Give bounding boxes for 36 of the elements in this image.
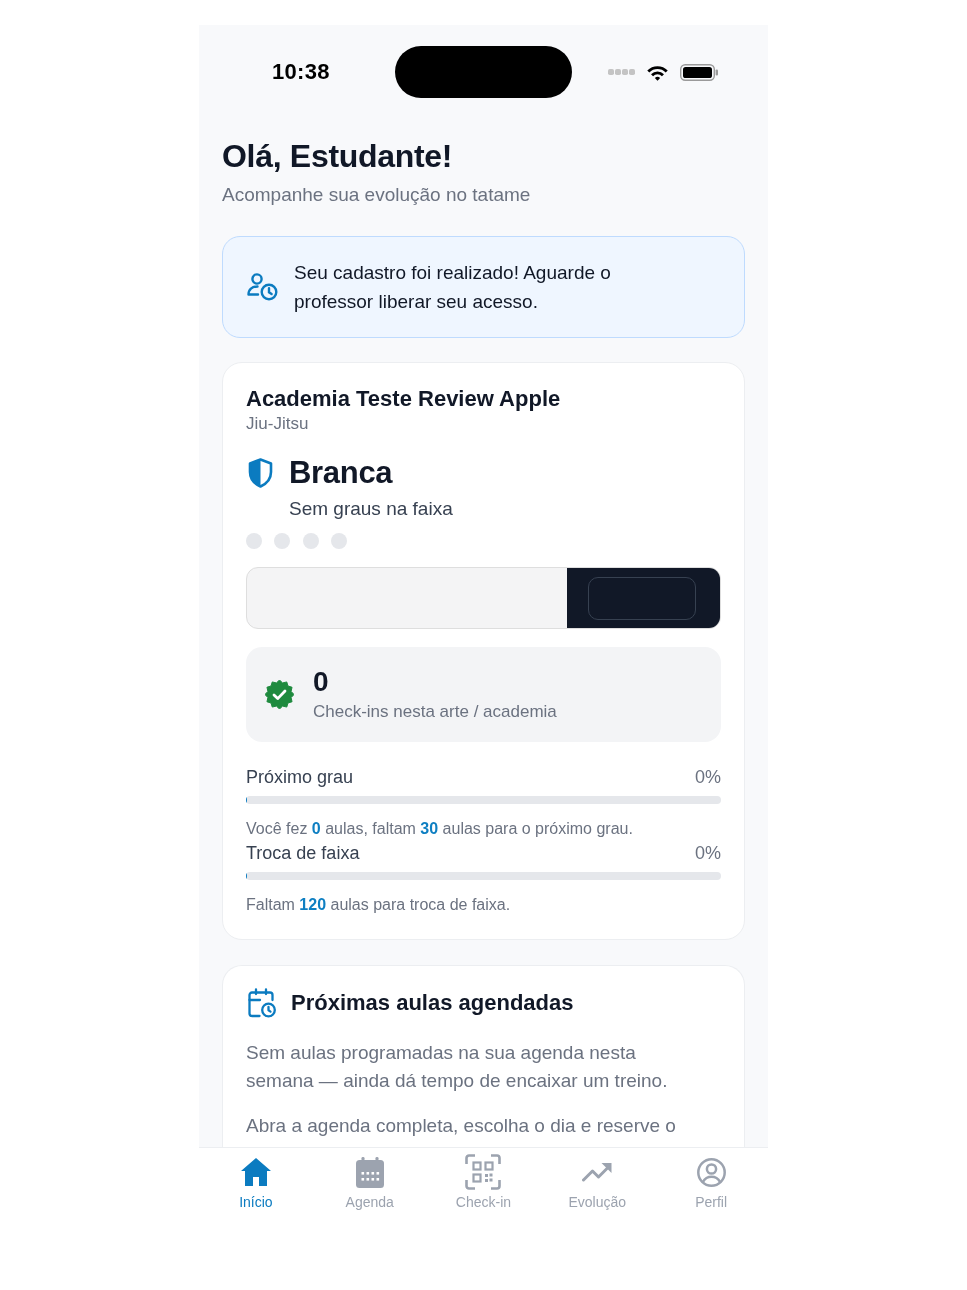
- trend-up-icon: [582, 1162, 613, 1182]
- nav-tab[interactable]: Agenda: [341, 1148, 398, 1215]
- shield-icon: [248, 458, 273, 488]
- calendar-icon: [355, 1156, 384, 1188]
- greeting-title: Olá, Estudante!: [222, 137, 454, 175]
- notice-text: Seu cadastro foi realizado! Aguarde o professor liberar seu acesso.: [294, 261, 612, 314]
- user-clock-icon: [247, 273, 278, 301]
- progress-percent: 0%: [695, 842, 721, 865]
- checkins-label: Check-ins nesta arte / academia: [313, 701, 557, 723]
- progress-label: Troca de faixa: [246, 842, 360, 865]
- signal-icon: [608, 69, 635, 75]
- progress-label: Próximo grau: [246, 766, 354, 789]
- progress-note: Faltam 120 aulas para troca de faixa.: [246, 895, 512, 915]
- degrees-text: Sem graus na faixa: [289, 497, 453, 521]
- calendar-clock-icon: [248, 988, 276, 1018]
- greeting-subtitle: Acompanhe sua evolução no tatame: [222, 183, 532, 207]
- belt-name: Branca: [289, 454, 393, 492]
- martial-art-label: Jiu-Jitsu: [246, 413, 309, 435]
- home-icon: [240, 1158, 271, 1186]
- verified-badge-icon: [265, 680, 294, 709]
- schedule-text: Sem aulas programadas na sua agenda nesta semana — ainda dá tempo de encaixar um treino.: [246, 1041, 669, 1093]
- profile-icon: [696, 1157, 726, 1187]
- nav-tab[interactable]: Perfil: [691, 1148, 732, 1215]
- checkins-count: 0: [313, 666, 329, 698]
- academy-name: Academia Teste Review Apple: [246, 385, 562, 413]
- nav-tab[interactable]: Início: [235, 1148, 277, 1215]
- wifi-icon: [646, 63, 669, 81]
- qr-code-icon: [465, 1154, 502, 1190]
- progress-note: Você fez 0 aulas, faltam 30 aulas para o próximo grau.: [246, 819, 634, 839]
- nav-tab[interactable]: Check-in: [451, 1148, 516, 1215]
- status-time: 10:38: [272, 59, 330, 85]
- progress-percent: 0%: [695, 766, 721, 789]
- battery-icon: [680, 63, 718, 81]
- schedule-title: Próximas aulas agendadas: [291, 989, 574, 1017]
- schedule-text: Abra a agenda completa, escolha o dia e reserve o: [246, 1114, 677, 1138]
- nav-tab[interactable]: Evolução: [564, 1148, 631, 1215]
